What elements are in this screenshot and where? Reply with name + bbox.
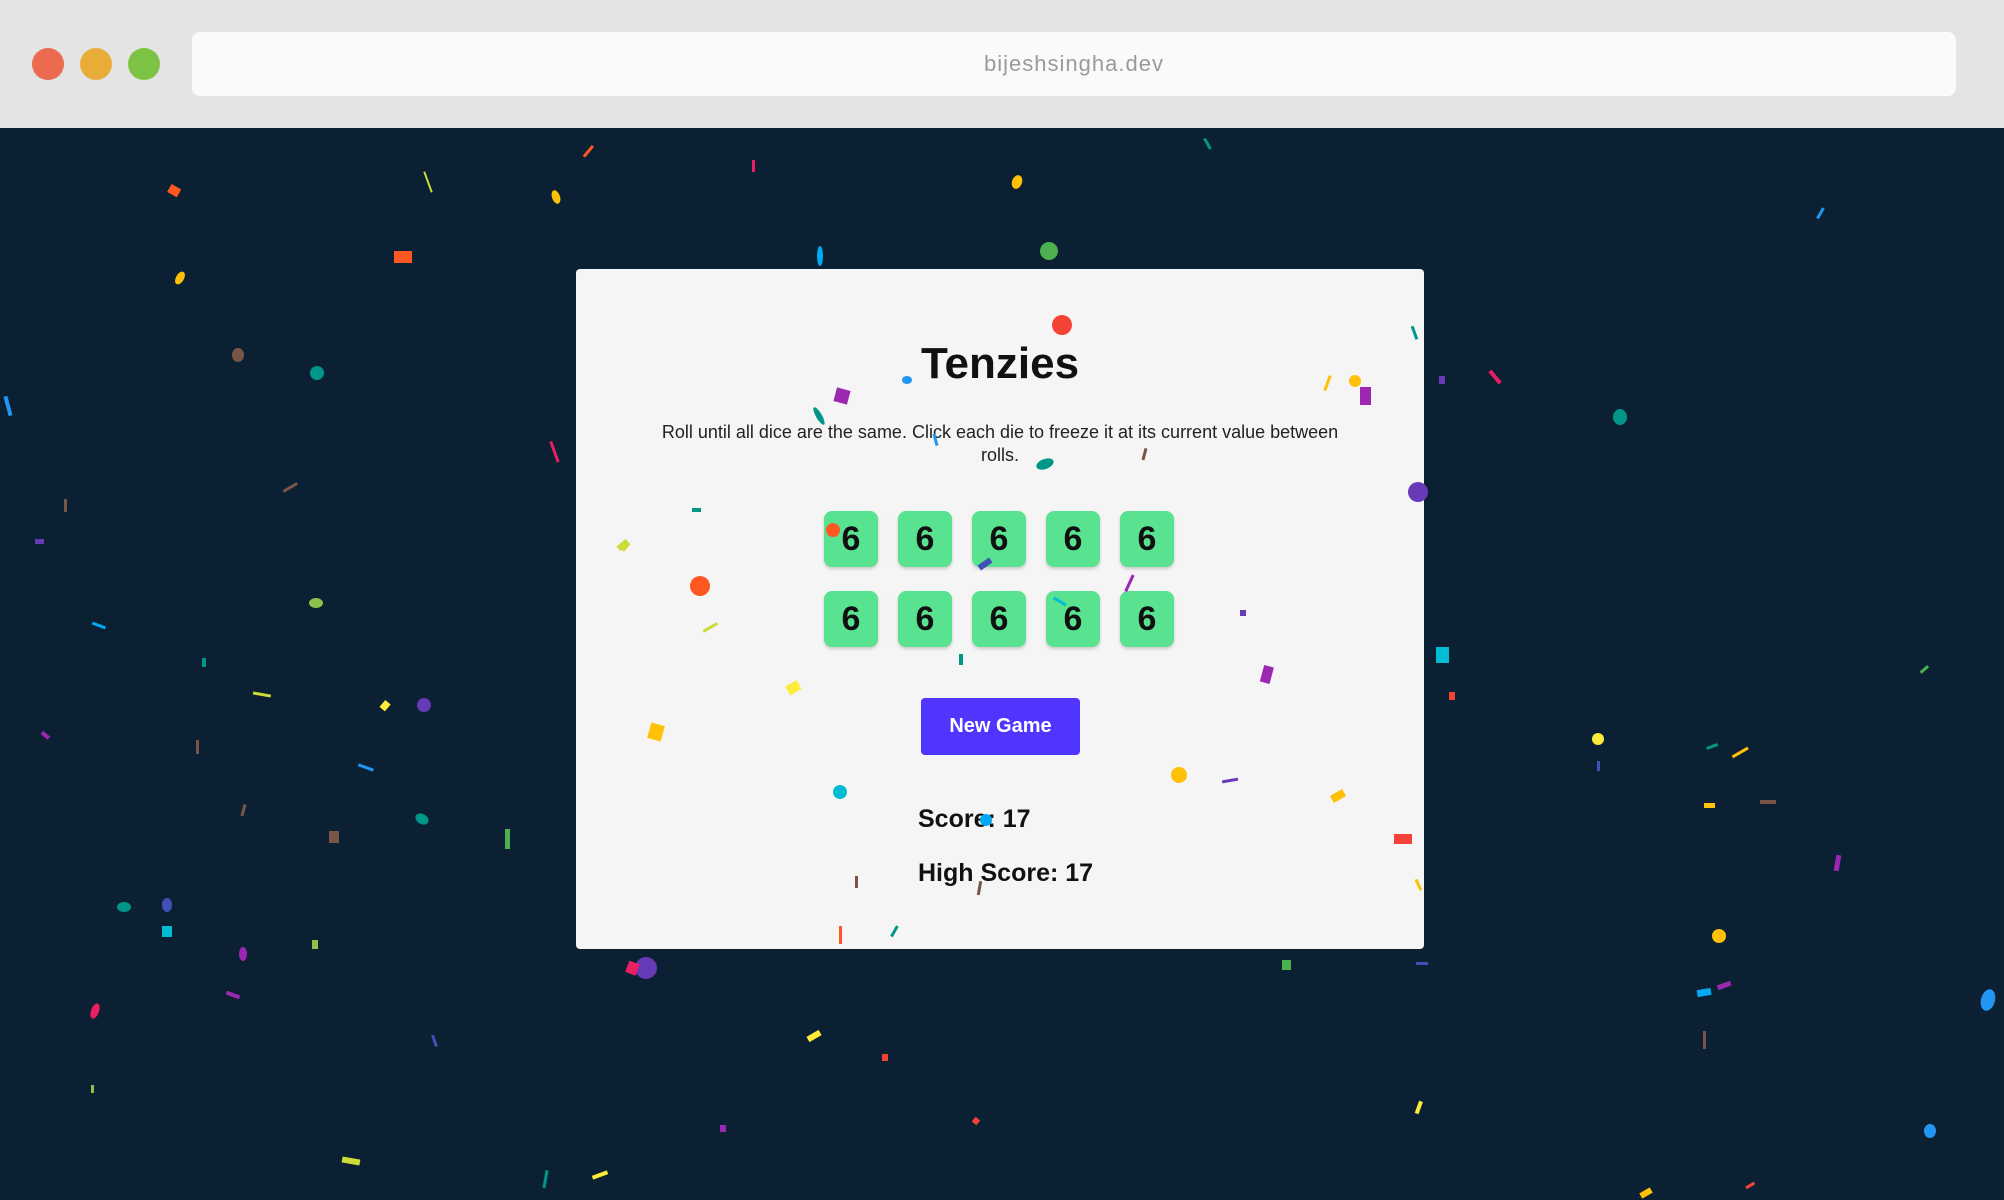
die[interactable]: 6 [1046,511,1100,567]
game-card: Tenzies Roll until all dice are the same… [576,269,1424,949]
die[interactable]: 6 [824,591,878,647]
address-bar[interactable]: bijeshsingha.dev [192,32,1956,96]
maximize-window-button[interactable] [128,48,160,80]
minimize-window-button[interactable] [80,48,112,80]
die[interactable]: 6 [1120,591,1174,647]
die[interactable]: 6 [972,591,1026,647]
score-text: Score: 17 [918,805,1031,833]
high-score-text: High Score: 17 [918,859,1094,887]
die[interactable]: 6 [898,511,952,567]
dice-grid: 6 6 6 6 6 6 6 6 6 6 [824,511,1176,647]
browser-chrome: bijeshsingha.dev [0,0,2004,128]
game-title: Tenzies [920,339,1080,388]
die[interactable]: 6 [1120,511,1174,567]
page-background: Tenzies Roll until all dice are the same… [0,128,2004,1200]
die[interactable]: 6 [972,511,1026,567]
new-game-button[interactable]: New Game [921,698,1080,755]
game-instructions: Roll until all dice are the same. Click … [661,422,1339,465]
close-window-button[interactable] [32,48,64,80]
die[interactable]: 6 [824,511,878,567]
die[interactable]: 6 [1046,591,1100,647]
die[interactable]: 6 [898,591,952,647]
